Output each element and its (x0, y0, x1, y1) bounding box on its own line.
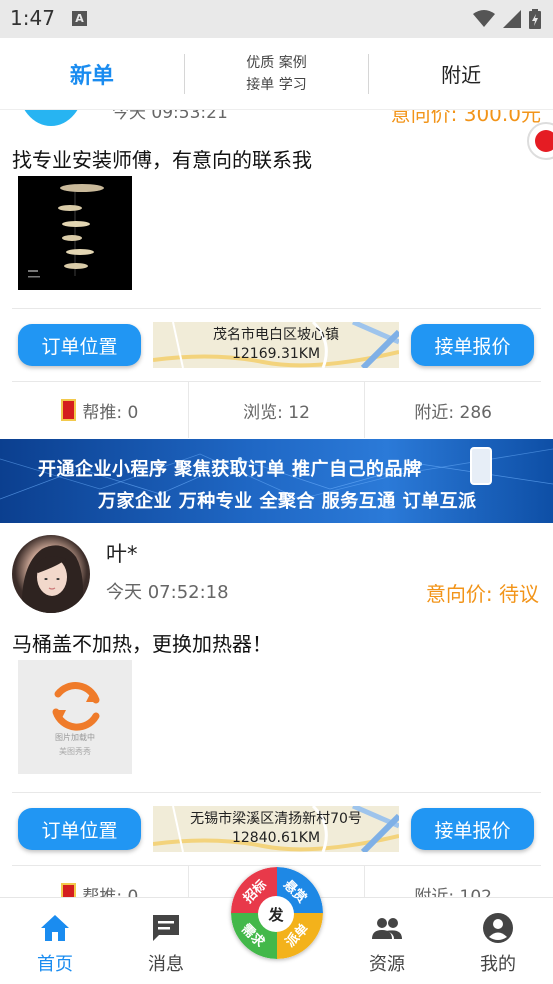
battery-icon (529, 9, 541, 29)
thumb-caption2: 美图秀秀 (59, 747, 91, 756)
nearby-count: 附近: 102 (414, 886, 492, 898)
post-text: 找专业安装师傅，有意向的联系我 (12, 148, 312, 172)
user-portrait (21, 545, 84, 613)
divider (12, 308, 541, 309)
red-book-icon (61, 883, 77, 897)
order-location-button[interactable]: 订单位置 (18, 324, 141, 366)
nav-resources[interactable]: 资源 (337, 898, 437, 984)
boost-stat[interactable]: 帮推: 0 (12, 382, 189, 438)
nav-messages-label: 消息 (148, 954, 184, 975)
quote-button[interactable]: 接单报价 (411, 808, 534, 850)
map-place: 无锡市梁溪区清扬新村70号 (190, 811, 362, 827)
notification-a-icon: A (72, 11, 87, 26)
promo-banner[interactable]: 开通企业小程序 聚焦获取订单 推广自己的品牌 万家企业 万种专业 全聚合 服务互… (0, 439, 553, 523)
divider (12, 792, 541, 793)
message-icon (153, 915, 179, 941)
post-price: 意向价: 待议 (425, 582, 539, 606)
people-icon (372, 918, 402, 939)
map-place: 茂名市电白区坡心镇 (213, 327, 339, 343)
views-stat: 浏览: 12 (189, 382, 366, 438)
nav-mine[interactable]: 我的 (448, 898, 548, 984)
tab-cases-line1: 优质 案例 (246, 54, 307, 71)
map-distance: 12840.61KM (231, 830, 321, 846)
post-image-placeholder[interactable]: 图片加载中 美图秀秀 (18, 660, 132, 774)
nav-messages[interactable]: 消息 (116, 898, 216, 984)
top-tab-bar: 新单 优质 案例 接单 学习 附近 (0, 38, 553, 110)
nearby-stat[interactable]: 附近: 102 (365, 866, 541, 898)
red-book-icon (61, 399, 77, 421)
avatar[interactable] (18, 110, 84, 126)
post-text: 马桶盖不加热，更换加热器！ (12, 632, 272, 656)
banner-line1: 开通企业小程序 聚焦获取订单 推广自己的品牌 (38, 459, 422, 480)
phone-icon (470, 447, 492, 485)
tab-new-orders[interactable]: 新单 (0, 38, 184, 110)
nav-home[interactable]: 首页 (5, 898, 105, 984)
red-dot-icon (535, 130, 553, 152)
banner-line2: 万家企业 万种专业 全聚合 服务互通 订单互派 (98, 491, 477, 512)
order-location-button[interactable]: 订单位置 (18, 808, 141, 850)
thumb-caption1: 图片加载中 (55, 733, 95, 742)
views-count: 浏览: 12 (243, 402, 310, 423)
app-screen: 1:47 A 新单 优质 案例 接单 学习 附近 今天 09:53:21 意向价… (0, 0, 553, 984)
home-icon (41, 915, 69, 941)
nav-resources-label: 资源 (369, 954, 405, 975)
post-image[interactable] (18, 176, 132, 290)
post-time: 今天 07:52:18 (106, 582, 229, 603)
tab-nearby[interactable]: 附近 (369, 38, 553, 110)
post-price: 意向价: 300.0元 (390, 110, 541, 126)
location-map[interactable]: 无锡市梁溪区清扬新村70号 12840.61KM (153, 806, 399, 852)
publish-fab[interactable]: 发 招标 悬赏 需求 派单 (231, 867, 323, 959)
order-feed[interactable]: 今天 09:53:21 意向价: 300.0元 找专业安装师傅，有意向的联系我 … (0, 110, 553, 897)
post-stats: 帮推: 0 浏览: 12 附近: 286 (12, 382, 541, 438)
status-bar: 1:47 A (0, 0, 553, 38)
status-right-icons (473, 8, 541, 30)
boost-count: 帮推: 0 (82, 402, 139, 423)
wifi-icon (473, 10, 495, 27)
map-distance: 12169.31KM (231, 346, 321, 362)
chandelier-image (28, 184, 104, 278)
tab-cases-learning[interactable]: 优质 案例 接单 学习 (185, 38, 369, 110)
nearby-count: 附近: 286 (414, 402, 492, 423)
quote-button[interactable]: 接单报价 (411, 324, 534, 366)
nav-mine-label: 我的 (480, 954, 516, 975)
user-name: 叶* (106, 542, 138, 566)
post-time: 今天 09:53:21 (112, 110, 228, 123)
tab-cases-line2: 接单 学习 (246, 76, 307, 93)
status-time: 1:47 (10, 6, 55, 30)
avatar[interactable] (12, 535, 90, 613)
nearby-stat[interactable]: 附近: 286 (365, 382, 541, 438)
boost-stat[interactable]: 帮推: 0 (12, 866, 189, 897)
location-map[interactable]: 茂名市电白区坡心镇 12169.31KM (153, 322, 399, 368)
signal-icon (503, 10, 521, 28)
boost-count: 帮推: 0 (82, 886, 139, 898)
user-account-icon (483, 913, 513, 943)
nav-home-label: 首页 (37, 954, 73, 975)
